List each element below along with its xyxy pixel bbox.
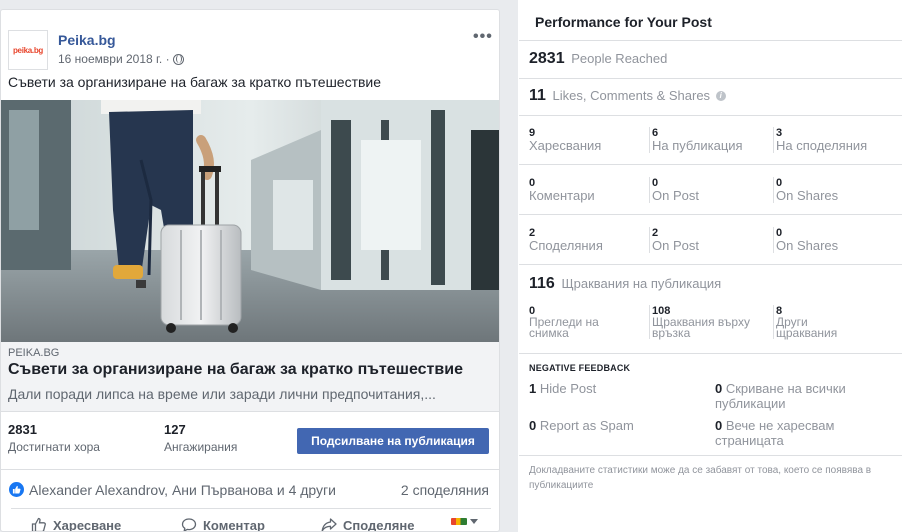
post-header: peika.bg Peika.bg 16 ноември 2018 г. · •… (1, 10, 499, 72)
divider (519, 264, 902, 265)
reached-label: Достигнати хора (8, 440, 100, 454)
hide-post-stat: 1 Hide Post (529, 381, 699, 396)
engagements-stat[interactable]: 127 Ангажирания (164, 422, 237, 454)
audience-selector[interactable] (451, 518, 478, 525)
share-label: Споделяне (343, 517, 415, 532)
post-clicks-value: 116 (529, 275, 555, 292)
metric-label: На публикация (652, 138, 743, 153)
metric-label: Щраквания върху връзка (652, 315, 750, 340)
link-domain: PEIKA.BG (8, 347, 60, 359)
unlike-page-stat: 0 Вече не харесвам страницата (715, 418, 885, 448)
reactors-list[interactable]: Alexander Alexandrov, Ани Първанова и 4 … (29, 482, 336, 498)
metric-cell: 3 На споделяния (773, 127, 902, 153)
comment-label: Коментар (203, 517, 265, 532)
info-icon[interactable]: i (715, 91, 726, 101)
like-reaction-icon (9, 482, 24, 497)
divider (519, 40, 902, 41)
shares-count[interactable]: 2 споделяния (401, 482, 489, 498)
engagement-total: 11 Likes, Comments & Shares i (529, 87, 726, 105)
unlike-page-label: Вече не харесвам страницата (715, 418, 835, 448)
panel-title: Performance for Your Post (535, 14, 712, 30)
globe-icon (172, 53, 184, 65)
post-text: Съвети за организиране на багаж за кратк… (8, 74, 382, 90)
share-arrow-icon (321, 518, 337, 531)
engagement-label: Likes, Comments & Shares (552, 88, 711, 103)
divider (519, 115, 902, 116)
hide-all-value: 0 (715, 381, 723, 396)
hide-post-value: 1 (529, 381, 537, 396)
share-button[interactable]: Споделяне (321, 517, 415, 532)
boost-post-button[interactable]: Подсилване на публикация (297, 428, 489, 454)
like-label: Харесване (53, 517, 122, 532)
metric-cell: 2 Споделяния (529, 227, 649, 253)
people-reached: 2831 People Reached (529, 50, 667, 68)
engagements-label: Ангажирания (164, 440, 238, 454)
people-reached-label: People Reached (571, 51, 668, 66)
post-meta: 16 ноември 2018 г. · (58, 52, 184, 66)
engagement-value: 11 (529, 87, 546, 104)
report-spam-value: 0 (529, 418, 537, 433)
post-clicks-label: Щраквания на публикация (561, 276, 722, 291)
metric-cell: 108 Щраквания върху връзка (649, 305, 773, 339)
metric-cell: 0 On Shares (773, 227, 902, 253)
hide-post-label: Hide Post (539, 381, 597, 396)
metric-cell: 6 На публикация (649, 127, 773, 153)
metric-label: On Post (652, 188, 699, 203)
metric-cell: 0 On Shares (773, 177, 902, 203)
post-actions: Харесване Коментар Споделяне (11, 508, 491, 532)
post-stats-row: 2831 Достигнати хора 127 Ангажирания Под… (1, 412, 499, 470)
unlike-page-value: 0 (715, 418, 723, 433)
comment-button[interactable]: Коментар (181, 517, 265, 532)
metric-label: На споделяния (776, 138, 868, 153)
metric-cell: 0 Прегледи на снимка (529, 305, 649, 339)
report-spam-stat: 0 Report as Spam (529, 418, 699, 433)
suitcase-photo (1, 100, 499, 342)
link-title[interactable]: Съвети за организиране на багаж за кратк… (8, 361, 463, 379)
performance-panel: Performance for Your Post 2831 People Re… (519, 0, 902, 532)
reached-value: 2831 (8, 422, 37, 437)
page-mini-logo-icon (451, 518, 467, 525)
reached-stat[interactable]: 2831 Достигнати хора (8, 422, 100, 454)
metric-label: On Shares (776, 188, 839, 203)
post-clicks: 116 Щраквания на публикация (529, 275, 721, 293)
metric-label: Харесвания (529, 138, 602, 153)
page-avatar[interactable]: peika.bg (8, 30, 48, 70)
post-date[interactable]: 16 ноември 2018 г. · (58, 52, 170, 66)
divider (519, 455, 902, 456)
metric-cell: 0 Коментари (529, 177, 649, 203)
metric-label: Други щраквания (776, 315, 838, 340)
more-options-icon[interactable]: ••• (473, 28, 493, 46)
metric-cell: 2 On Post (649, 227, 773, 253)
engagements-value: 127 (164, 422, 186, 437)
link-preview[interactable]: PEIKA.BG Съвети за организиране на багаж… (1, 342, 499, 412)
hide-all-label: Скриване на всички публикации (715, 381, 846, 411)
page-name-link[interactable]: Peika.bg (58, 32, 116, 48)
metric-cell: 0 On Post (649, 177, 773, 203)
chevron-down-icon (470, 519, 478, 524)
metric-label: Прегледи на снимка (529, 315, 599, 340)
metric-label: Коментари (529, 188, 595, 203)
link-description: Дали поради липса на време или заради ли… (8, 386, 436, 402)
metric-label: On Shares (776, 238, 839, 253)
page-logo-text: peika.bg (12, 45, 44, 55)
post-card: peika.bg Peika.bg 16 ноември 2018 г. · •… (0, 9, 500, 532)
like-button[interactable]: Харесване (31, 517, 122, 532)
comment-icon (181, 518, 197, 531)
metric-cell: 8 Други щраквания (773, 305, 902, 339)
report-spam-label: Report as Spam (539, 418, 634, 433)
divider (519, 353, 902, 354)
divider (519, 78, 902, 79)
metric-label: Споделяния (529, 238, 603, 253)
thumbs-up-icon (31, 517, 46, 531)
reactions-row: Alexander Alexandrov, Ани Първанова и 4 … (1, 470, 499, 508)
negative-feedback-heading: NEGATIVE FEEDBACK (529, 363, 631, 373)
divider (519, 164, 902, 165)
metric-label: On Post (652, 238, 699, 253)
stats-disclaimer: Докладваните статистики може да се забав… (529, 465, 872, 491)
people-reached-value: 2831 (529, 50, 565, 67)
divider (519, 214, 902, 215)
post-image[interactable] (1, 100, 499, 342)
hide-all-stat: 0 Скриване на всички публикации (715, 381, 885, 411)
metric-cell: 9 Харесвания (529, 127, 649, 153)
